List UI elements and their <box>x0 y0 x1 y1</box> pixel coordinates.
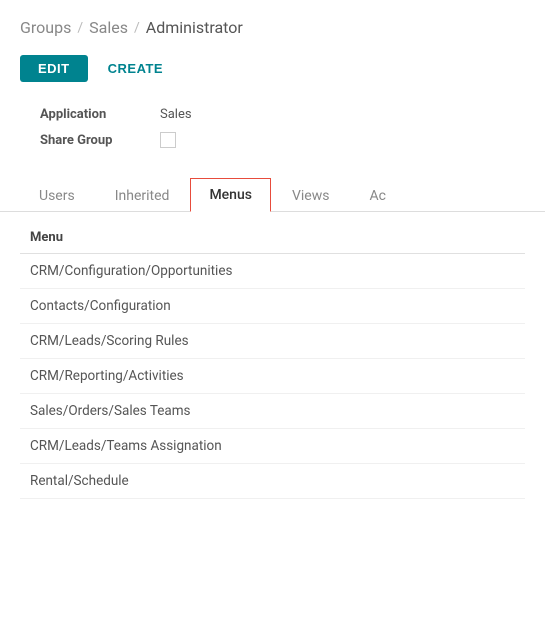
tab-ac[interactable]: Ac <box>350 179 404 212</box>
tab-users[interactable]: Users <box>20 179 94 212</box>
menu-list: CRM/Configuration/Opportunities Contacts… <box>20 254 525 499</box>
menu-item[interactable]: Sales/Orders/Sales Teams <box>20 394 525 429</box>
breadcrumb-sep-2: / <box>134 20 140 36</box>
menu-item[interactable]: Rental/Schedule <box>20 464 525 499</box>
form-section: Application Sales Share Group <box>0 94 545 169</box>
form-row-application: Application Sales <box>40 102 505 127</box>
tab-inherited[interactable]: Inherited <box>96 179 189 212</box>
table-column-header: Menu <box>20 222 525 254</box>
tabs-container: Users Inherited Menus Views Ac <box>0 177 545 212</box>
breadcrumb: Groups / Sales / Administrator <box>0 0 545 47</box>
sharegroup-checkbox[interactable] <box>160 132 176 148</box>
tab-views[interactable]: Views <box>273 179 349 212</box>
breadcrumb-sales[interactable]: Sales <box>89 18 128 37</box>
menu-item[interactable]: CRM/Leads/Teams Assignation <box>20 429 525 464</box>
menu-item[interactable]: Contacts/Configuration <box>20 289 525 324</box>
page-wrapper: Groups / Sales / Administrator EDIT CRea… <box>0 0 545 625</box>
menu-item[interactable]: CRM/Leads/Scoring Rules <box>20 324 525 359</box>
application-label: Application <box>40 107 160 122</box>
table-section: Menu CRM/Configuration/Opportunities Con… <box>0 212 545 499</box>
breadcrumb-groups[interactable]: Groups <box>20 18 71 37</box>
menu-item[interactable]: CRM/Reporting/Activities <box>20 359 525 394</box>
form-row-sharegroup: Share Group <box>40 127 505 153</box>
tab-menus[interactable]: Menus <box>190 178 271 212</box>
application-value: Sales <box>160 107 192 122</box>
menu-item[interactable]: CRM/Configuration/Opportunities <box>20 254 525 289</box>
edit-button[interactable]: EDIT <box>20 55 88 82</box>
sharegroup-label: Share Group <box>40 133 160 148</box>
toolbar: EDIT CReatE <box>0 47 545 94</box>
create-button[interactable]: CReatE <box>104 55 167 82</box>
breadcrumb-sep-1: / <box>77 20 83 36</box>
breadcrumb-administrator: Administrator <box>146 18 243 37</box>
